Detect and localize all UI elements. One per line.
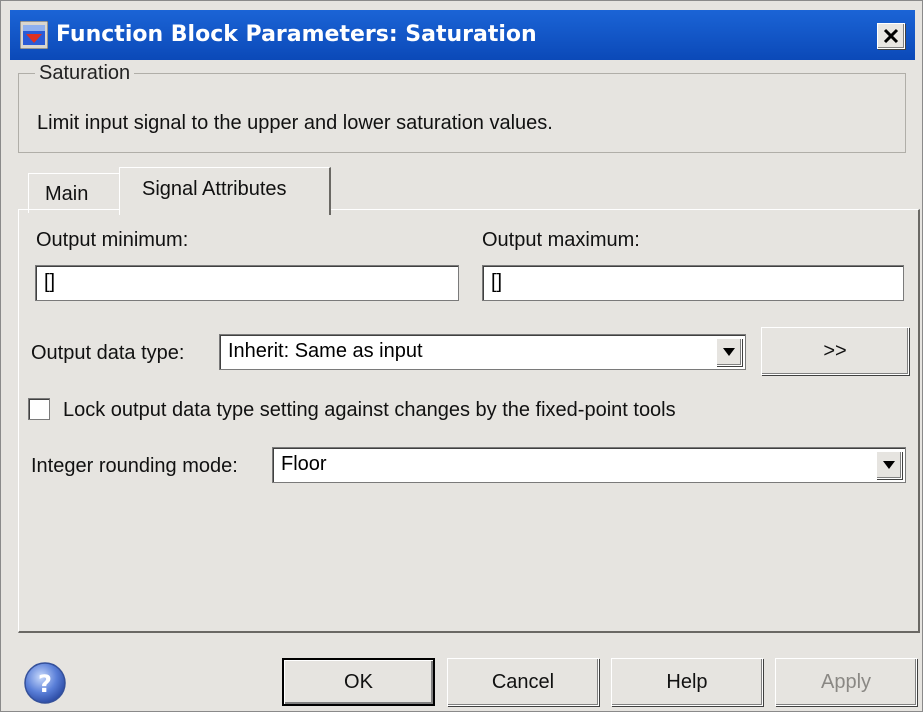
rounding-mode-label: Integer rounding mode: (31, 455, 238, 477)
group-label: Saturation (35, 60, 135, 86)
output-minimum-label: Output minimum: (36, 229, 189, 251)
title-bar[interactable]: Function Block Parameters: Saturation (10, 10, 915, 60)
output-data-type-dropdown[interactable]: Inherit: Same as input (219, 334, 746, 370)
tab-signal-attributes[interactable]: Signal Attributes (119, 167, 331, 215)
output-data-type-value: Inherit: Same as input (228, 340, 423, 362)
output-maximum-value: [] (491, 271, 503, 293)
svg-text:?: ? (38, 670, 52, 698)
cancel-button[interactable]: Cancel (447, 658, 599, 706)
rounding-mode-dropdown[interactable]: Floor (272, 447, 906, 483)
window-title: Function Block Parameters: Saturation (56, 22, 537, 47)
dialog-window: Function Block Parameters: Saturation Sa… (0, 0, 923, 712)
close-button[interactable] (877, 23, 905, 49)
ok-button[interactable]: OK (282, 658, 435, 706)
chevron-down-icon (883, 461, 895, 469)
dropdown-arrow-button[interactable] (876, 451, 902, 479)
block-description: Limit input signal to the upper and lowe… (37, 112, 553, 134)
output-maximum-field[interactable]: [] (482, 265, 904, 301)
close-icon (883, 28, 899, 44)
simulink-block-icon (20, 21, 48, 49)
chevron-down-icon (723, 348, 735, 356)
tab-main-label: Main (45, 183, 89, 205)
tab-main[interactable]: Main (28, 173, 120, 213)
rounding-mode-value: Floor (281, 453, 327, 475)
lock-data-type-label: Lock output data type setting against ch… (63, 399, 676, 421)
output-minimum-value: [] (44, 271, 56, 293)
output-data-type-label: Output data type: (31, 342, 185, 364)
lock-data-type-checkbox[interactable] (28, 398, 50, 420)
block-description-group: Saturation Limit input signal to the upp… (18, 60, 906, 153)
dropdown-arrow-button[interactable] (716, 338, 742, 366)
tab-signal-attributes-label: Signal Attributes (142, 178, 287, 200)
output-minimum-field[interactable]: [] (35, 265, 459, 301)
help-icon[interactable]: ? (23, 661, 67, 705)
help-button[interactable]: Help (611, 658, 763, 706)
apply-button[interactable]: Apply (775, 658, 917, 706)
output-maximum-label: Output maximum: (482, 229, 640, 251)
data-type-assistant-button[interactable]: >> (761, 327, 909, 375)
